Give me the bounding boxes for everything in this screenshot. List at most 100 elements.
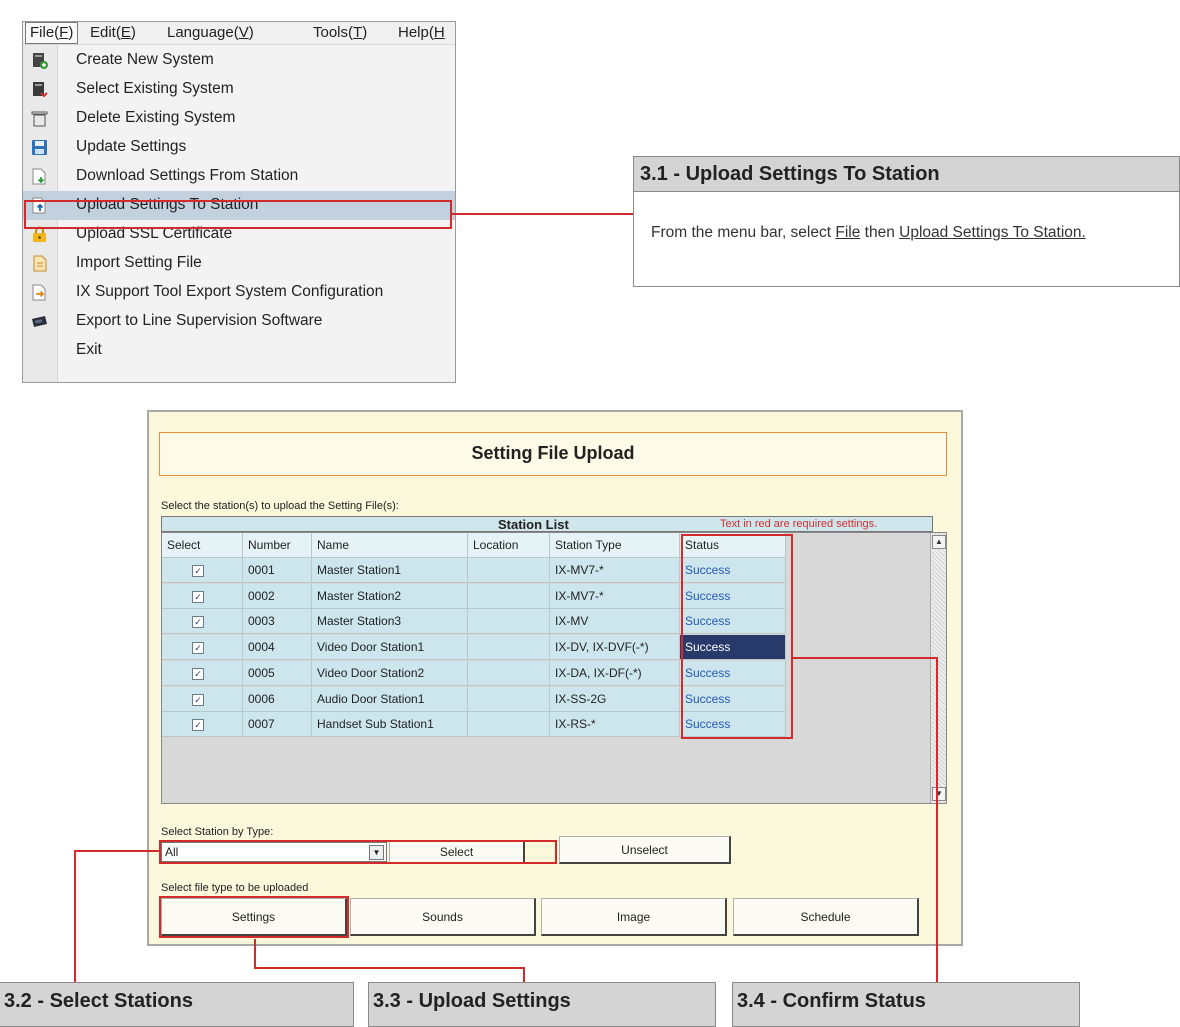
- menu-item-label: Delete Existing System: [76, 109, 236, 126]
- unselect-button[interactable]: Unselect: [559, 836, 731, 864]
- callout-3-1-body: From the menu bar, select File then Uplo…: [651, 224, 1086, 242]
- trash-icon: [31, 110, 48, 127]
- menu-item-label: Select Existing System: [76, 80, 234, 97]
- select-cell: ✓: [162, 583, 243, 609]
- scrollbar-track[interactable]: [932, 533, 945, 803]
- col-station-type[interactable]: Station Type: [550, 533, 680, 558]
- select-cell: ✓: [162, 558, 243, 583]
- row-checkbox[interactable]: ✓: [192, 616, 204, 629]
- connector-3-4-v: [936, 657, 938, 982]
- cell-type: IX-DV, IX-DVF(-*): [550, 635, 680, 661]
- table-scrollbar[interactable]: ▲ ▼: [930, 533, 946, 803]
- row-checkbox[interactable]: ✓: [192, 590, 204, 603]
- callout-3-3: 3.3 - Upload Settings: [368, 982, 716, 1027]
- connector-3-2-h: [74, 850, 159, 852]
- setting-file-upload-window: Setting File Upload Select the station(s…: [147, 410, 963, 946]
- menu-item-import-setting-file[interactable]: Import Setting File: [23, 249, 455, 278]
- connector-3-2-v: [74, 850, 76, 982]
- row-checkbox[interactable]: ✓: [192, 693, 204, 706]
- menu-item-label: IX Support Tool Export System Configurat…: [76, 283, 384, 300]
- select-cell: ✓: [162, 609, 243, 635]
- menu-item-ix-support-tool-export[interactable]: IX Support Tool Export System Configurat…: [23, 278, 455, 307]
- col-number[interactable]: Number: [243, 533, 312, 558]
- callout-file-ref: File: [835, 224, 861, 241]
- col-location[interactable]: Location: [468, 533, 550, 558]
- station-list-title: Station List: [498, 517, 569, 532]
- row-checkbox[interactable]: ✓: [192, 667, 204, 680]
- menu-language[interactable]: Language(V): [163, 22, 258, 44]
- menu-file[interactable]: File(F): [25, 22, 79, 44]
- menu-item-delete-existing-system[interactable]: Delete Existing System: [23, 104, 455, 133]
- scroll-down-icon[interactable]: ▼: [932, 787, 946, 801]
- select-cell: ✓: [162, 635, 243, 661]
- callout-3-1-header: 3.1 - Upload Settings To Station: [634, 157, 1179, 192]
- menu-tools[interactable]: Tools(T): [309, 22, 371, 44]
- export-icon: [31, 284, 48, 301]
- menu-help-key: H: [433, 24, 445, 41]
- menu-item-exit[interactable]: Exit: [23, 336, 455, 365]
- connector-3-3-v1: [254, 939, 256, 968]
- menu-item-download-settings[interactable]: Download Settings From Station: [23, 162, 455, 191]
- cell-name: Video Door Station2: [312, 660, 468, 686]
- menu-edit[interactable]: Edit(E): [86, 22, 140, 44]
- row-checkbox[interactable]: ✓: [192, 719, 204, 732]
- menu-item-update-settings[interactable]: Update Settings: [23, 133, 455, 162]
- upload-settings-highlight: [24, 200, 452, 229]
- connector-3-3-v2: [523, 967, 525, 982]
- menu-language-label: Language: [167, 24, 234, 41]
- col-name[interactable]: Name: [312, 533, 468, 558]
- cell-location: [468, 686, 550, 712]
- select-cell: ✓: [162, 712, 243, 738]
- menu-item-label: Exit: [76, 341, 102, 358]
- menu-language-key: V: [238, 24, 249, 41]
- callout-3-4: 3.4 - Confirm Status: [732, 982, 1080, 1027]
- menu-edit-key: E: [120, 24, 131, 41]
- menu-help-label: Help: [398, 24, 429, 41]
- required-note: Text in red are required settings.: [720, 518, 878, 530]
- import-file-icon: [31, 255, 48, 272]
- scroll-up-icon[interactable]: ▲: [932, 535, 946, 549]
- cell-location: [468, 660, 550, 686]
- cell-number: 0007: [243, 712, 312, 738]
- create-system-icon: [31, 52, 48, 69]
- settings-button-highlight: [159, 896, 349, 938]
- menu-item-export-line-supervision[interactable]: Export to Line Supervision Software: [23, 307, 455, 336]
- cell-number: 0003: [243, 609, 312, 635]
- image-button[interactable]: Image: [541, 898, 727, 936]
- menu-help[interactable]: Help(H: [394, 22, 449, 44]
- cell-number: 0006: [243, 686, 312, 712]
- cell-number: 0001: [243, 558, 312, 583]
- schedule-button[interactable]: Schedule: [733, 898, 919, 936]
- menu-tools-key: T: [353, 24, 363, 41]
- callout-3-4-title: 3.4 - Confirm Status: [737, 990, 926, 1012]
- callout-text: then: [860, 224, 900, 241]
- file-type-label: Select file type to be uploaded: [161, 882, 309, 894]
- menu-item-label: Update Settings: [76, 138, 187, 155]
- select-cell: ✓: [162, 686, 243, 712]
- menu-item-select-existing-system[interactable]: Select Existing System: [23, 75, 455, 104]
- menu-file-key: F: [59, 24, 69, 41]
- select-cell: ✓: [162, 660, 243, 686]
- sounds-button[interactable]: Sounds: [350, 898, 536, 936]
- col-select[interactable]: Select: [162, 533, 243, 558]
- callout-text: From the menu bar, select: [651, 224, 836, 241]
- cell-name: Master Station1: [312, 558, 468, 583]
- cell-type: IX-MV: [550, 609, 680, 635]
- row-checkbox[interactable]: ✓: [192, 642, 204, 655]
- save-disk-icon: [31, 139, 48, 156]
- select-stations-highlight: [159, 840, 557, 864]
- menu-item-create-new-system[interactable]: Create New System: [23, 46, 455, 75]
- callout-3-1-title: 3.1 - Upload Settings To Station: [640, 163, 940, 185]
- cell-location: [468, 635, 550, 661]
- cell-location: [468, 712, 550, 738]
- row-checkbox[interactable]: ✓: [192, 565, 204, 577]
- cell-name: Video Door Station1: [312, 635, 468, 661]
- window-title-box: Setting File Upload: [159, 432, 947, 476]
- station-table: Select Number Name Location Station Type…: [161, 532, 947, 804]
- menu-item-label: Import Setting File: [76, 254, 202, 271]
- callout-3-2-title: 3.2 - Select Stations: [4, 990, 193, 1012]
- callout-3-1: 3.1 - Upload Settings To Station From th…: [633, 156, 1180, 287]
- cell-number: 0005: [243, 660, 312, 686]
- window-title: Setting File Upload: [471, 443, 635, 463]
- instruction-text: Select the station(s) to upload the Sett…: [161, 500, 399, 512]
